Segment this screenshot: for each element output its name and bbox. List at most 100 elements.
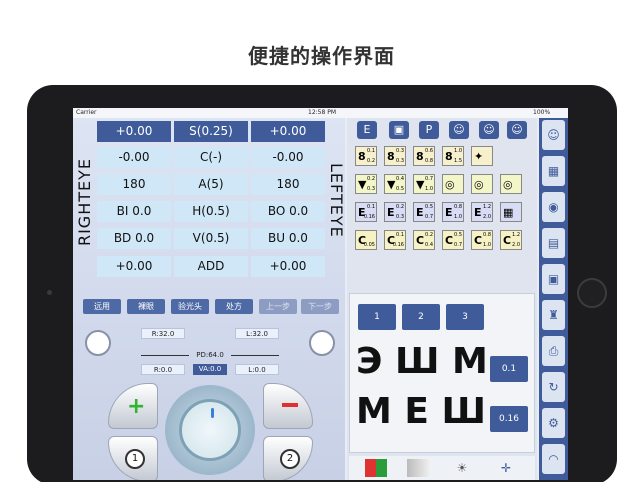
optotype-1-1[interactable]: ▼ 0.4 0.5 bbox=[384, 174, 406, 194]
plus-icon: + bbox=[127, 394, 146, 419]
optotype-0-4[interactable]: ✦ bbox=[471, 146, 493, 166]
chart-row-2: М Е Ш bbox=[356, 391, 486, 432]
e-chart-icon[interactable]: E bbox=[357, 121, 377, 139]
red-green-icon[interactable] bbox=[365, 459, 387, 477]
right-eye-label: RIGHTEYE bbox=[75, 158, 94, 247]
optotype-1-4[interactable]: ◎ bbox=[471, 174, 493, 194]
chart-row-1: Э Ш М bbox=[356, 341, 488, 382]
right-cyl[interactable]: -0.00 bbox=[97, 147, 171, 168]
step-two-label: 2 bbox=[280, 449, 300, 469]
refresh-icon[interactable]: ↻ bbox=[542, 372, 565, 402]
projector-icon[interactable]: ▣ bbox=[542, 264, 565, 294]
step-header[interactable]: S(0.25) bbox=[174, 121, 248, 142]
right-add[interactable]: +0.00 bbox=[97, 256, 171, 277]
person-icon-1[interactable]: ☺ bbox=[449, 121, 469, 139]
optotype-3-2[interactable]: C 0.2 0.4 bbox=[413, 230, 435, 250]
naked-eye-button[interactable]: 裸眼 bbox=[127, 299, 165, 314]
right-bd[interactable]: BD 0.0 bbox=[97, 228, 171, 249]
plus-button[interactable]: + bbox=[108, 383, 158, 429]
chart-button-1[interactable]: 1 bbox=[358, 304, 396, 330]
va-total[interactable]: VA:0.0 bbox=[193, 364, 227, 375]
crosshair-icon[interactable]: ✛ bbox=[495, 459, 517, 477]
left-sphere-header[interactable]: +0.00 bbox=[251, 121, 325, 142]
chart-display: 1 2 3 Э Ш М 0.1 М Е Ш 0.16 bbox=[349, 293, 535, 453]
brightness-icon[interactable]: ☀ bbox=[451, 459, 473, 477]
optotype-1-0[interactable]: ▼ 0.2 0.3 bbox=[355, 174, 377, 194]
left-occluder-toggle[interactable] bbox=[309, 330, 335, 356]
prev-step-button[interactable]: 上一步 bbox=[259, 299, 297, 314]
chart-button-2[interactable]: 2 bbox=[402, 304, 440, 330]
left-axis[interactable]: 180 bbox=[251, 174, 325, 195]
frame-icon[interactable]: ▣ bbox=[389, 121, 409, 139]
left-bu[interactable]: BU 0.0 bbox=[251, 228, 325, 249]
tool-sidebar: ☺ ▦ ◉ ▤ ▣ ♜ ⎙ ↻ ⚙ ◠ bbox=[539, 118, 568, 480]
minus-button[interactable] bbox=[263, 383, 313, 429]
home-button[interactable] bbox=[577, 278, 607, 308]
right-va[interactable]: R:0.0 bbox=[141, 364, 185, 375]
left-pd[interactable]: L:32.0 bbox=[235, 328, 279, 339]
p-chart-icon[interactable]: P bbox=[419, 121, 439, 139]
prescription-button[interactable]: 处方 bbox=[215, 299, 253, 314]
printer-icon[interactable]: ⎙ bbox=[542, 336, 565, 366]
phoropter-head-button[interactable]: 验光头 bbox=[171, 299, 209, 314]
adjust-dial-face[interactable] bbox=[179, 399, 241, 461]
chart-button-3[interactable]: 3 bbox=[446, 304, 484, 330]
pd-total: PD:64.0 bbox=[196, 351, 224, 359]
refraction-panel: RIGHTEYE LEFTEYE +0.00 S(0.25) +0.00 -0.… bbox=[73, 118, 346, 480]
status-bar: Carrier 12:58 PM 100% bbox=[73, 108, 568, 118]
optotype-0-2[interactable]: 8 0.6 0.8 bbox=[413, 146, 435, 166]
optotype-2-3[interactable]: E 0.8 1.0 bbox=[442, 202, 464, 222]
settings-icon[interactable]: ⚙ bbox=[542, 408, 565, 438]
left-va[interactable]: L:0.0 bbox=[235, 364, 279, 375]
right-occluder-toggle[interactable] bbox=[85, 330, 111, 356]
person-icon[interactable]: ☺ bbox=[542, 120, 565, 150]
axis-label[interactable]: A(5) bbox=[174, 174, 248, 195]
optotype-2-5[interactable]: ▦ bbox=[500, 202, 522, 222]
optotype-2-4[interactable]: E 1.2 2.0 bbox=[471, 202, 493, 222]
optotype-2-1[interactable]: E 0.2 0.3 bbox=[384, 202, 406, 222]
cyl-label[interactable]: C(-) bbox=[174, 147, 248, 168]
optotype-1-2[interactable]: ▼ 0.7 1.0 bbox=[413, 174, 435, 194]
v-label[interactable]: V(0.5) bbox=[174, 228, 248, 249]
right-bi[interactable]: BI 0.0 bbox=[97, 201, 171, 222]
optotype-panel: E ▣ P ☺ ☺ ☺ 8 0.1 0.2 8 0.3 0.3 8 0.6 0.8 8 1.0 1.5… bbox=[347, 118, 537, 480]
optotype-3-0[interactable]: C 0.05 bbox=[355, 230, 377, 250]
step-two-button[interactable]: 2 bbox=[263, 436, 313, 480]
next-step-button[interactable]: 下一步 bbox=[301, 299, 339, 314]
right-pd[interactable]: R:32.0 bbox=[141, 328, 185, 339]
optotype-3-3[interactable]: C 0.5 0.7 bbox=[442, 230, 464, 250]
optotype-1-5[interactable]: ◎ bbox=[500, 174, 522, 194]
optotype-0-1[interactable]: 8 0.3 0.3 bbox=[384, 146, 406, 166]
step-one-button[interactable]: 1 bbox=[108, 436, 158, 480]
optotype-3-4[interactable]: C 0.8 1.0 bbox=[471, 230, 493, 250]
wifi-icon[interactable]: ◠ bbox=[542, 444, 565, 474]
stage: 便捷的操作界面 Carrier 12:58 PM 100% RIGHTEYE L… bbox=[0, 0, 643, 482]
optotype-2-2[interactable]: E 0.5 0.7 bbox=[413, 202, 435, 222]
optotype-0-0[interactable]: 8 0.1 0.2 bbox=[355, 146, 377, 166]
phoropter-icon[interactable]: ◉ bbox=[542, 192, 565, 222]
h-label[interactable]: H(0.5) bbox=[174, 201, 248, 222]
optotype-3-5[interactable]: C 1.2 2.0 bbox=[500, 230, 522, 250]
chart-icon[interactable]: ▤ bbox=[542, 228, 565, 258]
right-axis[interactable]: 180 bbox=[97, 174, 171, 195]
person-icon-3[interactable]: ☺ bbox=[507, 121, 527, 139]
acuity-0-1[interactable]: 0.1 bbox=[490, 356, 528, 382]
right-sphere-header[interactable]: +0.00 bbox=[97, 121, 171, 142]
distance-button[interactable]: 远用 bbox=[83, 299, 121, 314]
minus-icon bbox=[282, 403, 298, 407]
robot-icon[interactable]: ♜ bbox=[542, 300, 565, 330]
add-label[interactable]: ADD bbox=[174, 256, 248, 277]
grid-icon[interactable]: ▦ bbox=[542, 156, 565, 186]
acuity-0-16[interactable]: 0.16 bbox=[490, 406, 528, 432]
optotype-1-3[interactable]: ◎ bbox=[442, 174, 464, 194]
adjust-dial[interactable] bbox=[165, 385, 255, 475]
optotype-0-3[interactable]: 8 1.0 1.5 bbox=[442, 146, 464, 166]
left-add[interactable]: +0.00 bbox=[251, 256, 325, 277]
pd-arrow-left bbox=[141, 355, 189, 356]
contrast-icon[interactable] bbox=[407, 459, 429, 477]
optotype-3-1[interactable]: C 0.1 0.16 bbox=[384, 230, 406, 250]
person-icon-2[interactable]: ☺ bbox=[479, 121, 499, 139]
left-bo[interactable]: BO 0.0 bbox=[251, 201, 325, 222]
optotype-2-0[interactable]: E 0.1 0.16 bbox=[355, 202, 377, 222]
left-cyl[interactable]: -0.00 bbox=[251, 147, 325, 168]
